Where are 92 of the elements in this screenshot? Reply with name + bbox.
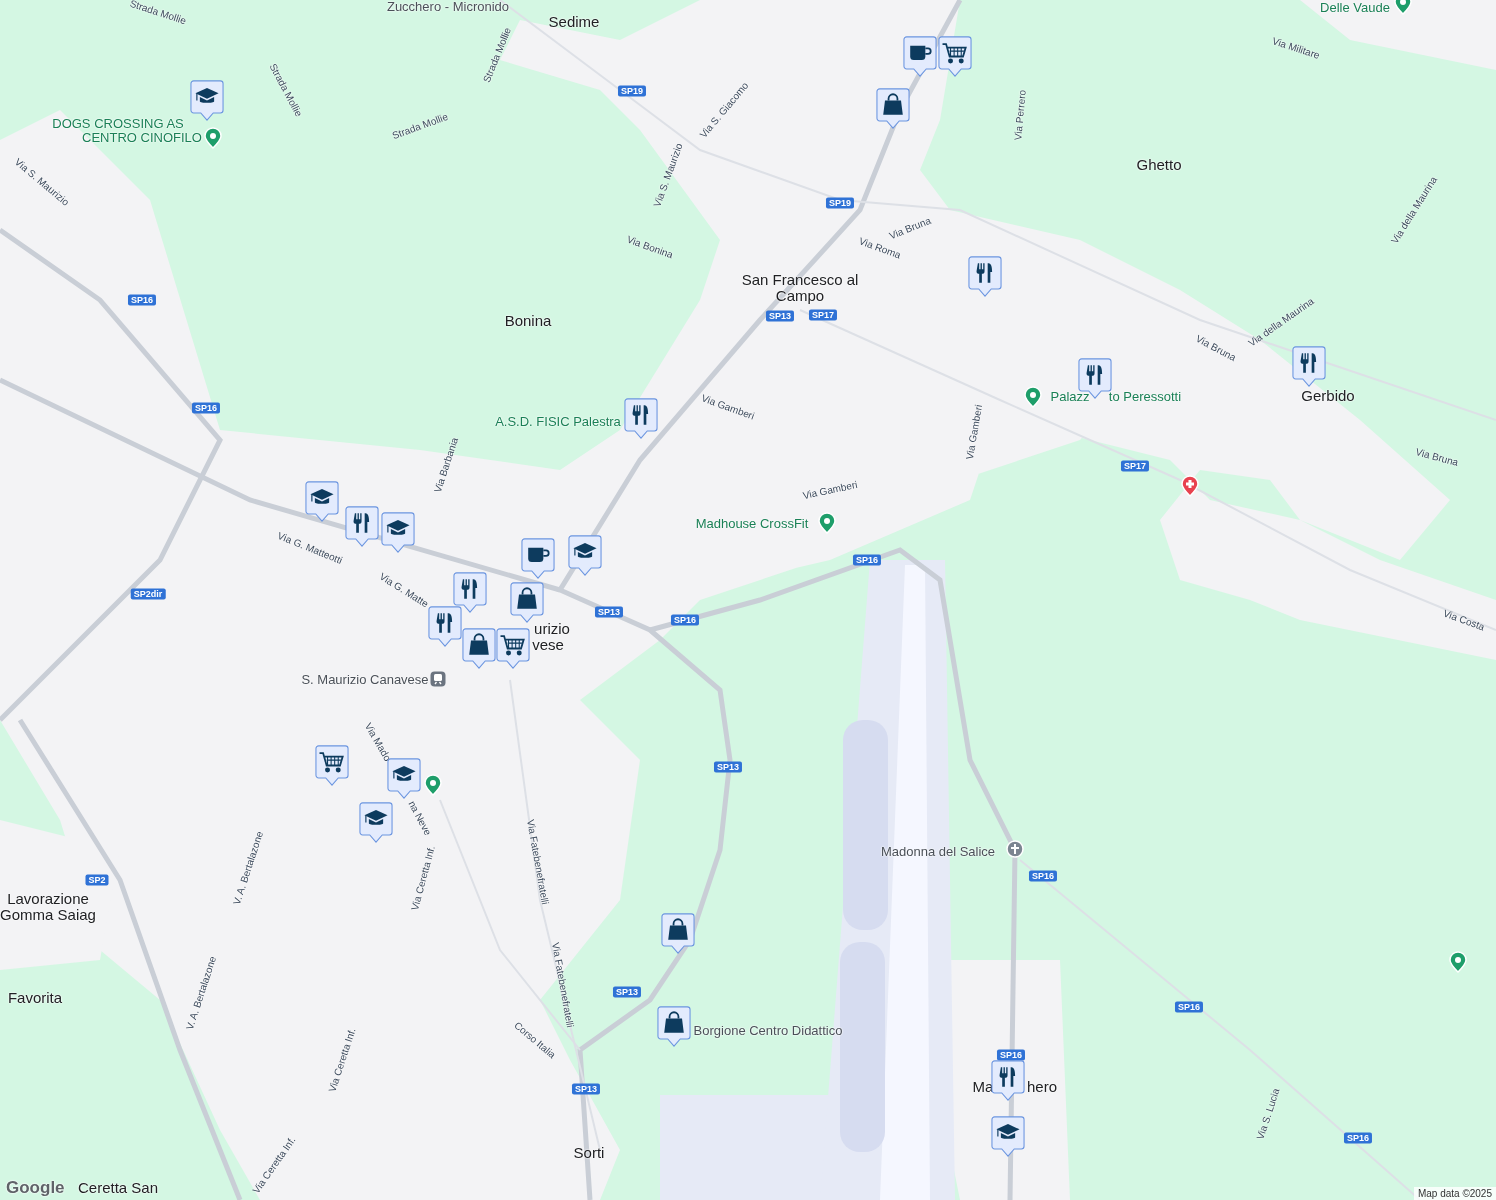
poi-label: Palazz [1050, 388, 1090, 404]
school-marker[interactable] [190, 80, 224, 121]
place-label: Ghetto [1136, 157, 1182, 173]
road-shield: SP2dir [130, 588, 166, 600]
cafe-marker[interactable] [903, 36, 937, 77]
restaurant-marker[interactable] [428, 606, 462, 647]
school-marker[interactable] [568, 535, 602, 576]
hospital-pin-icon[interactable] [1181, 475, 1199, 497]
road-label: Strada Mollie [267, 61, 305, 119]
road-shield: SP13 [572, 1083, 600, 1095]
road-shield: SP17 [1121, 460, 1149, 472]
attribution-text: Map data ©2025 [1413, 1187, 1496, 1200]
logo[interactable]: Google [6, 1178, 65, 1198]
poi-label: Madonna del Salice [880, 843, 996, 859]
poi-label: Madhouse CrossFit [695, 515, 809, 531]
road-shield: SP16 [1029, 870, 1057, 882]
place-label: Lavorazione Gomma Saiag [0, 891, 97, 923]
school-marker[interactable] [305, 481, 339, 522]
road-shield: SP16 [1344, 1132, 1372, 1144]
road-label: Via Ceretta Inf. [326, 1026, 358, 1094]
restaurant-marker[interactable] [968, 256, 1002, 297]
cart-marker[interactable] [938, 36, 972, 77]
place-label: Favorita [7, 990, 63, 1006]
road-label: Via Costa [1441, 607, 1487, 633]
road-shield: SP16 [1175, 1001, 1203, 1013]
school-marker[interactable] [991, 1116, 1025, 1157]
road-shield: SP2 [85, 874, 109, 886]
poi-label: Borgione Centro Didattico [693, 1022, 843, 1038]
restaurant-marker[interactable] [624, 398, 658, 439]
poi-label: to Peressotti [1108, 388, 1182, 404]
road-label: Via Gamberi [963, 403, 985, 461]
cafe-marker[interactable] [521, 538, 555, 579]
road-shield: SP13 [613, 986, 641, 998]
cart-marker[interactable] [496, 628, 530, 669]
place-label: Ceretta San [78, 1180, 158, 1196]
restaurant-marker[interactable] [453, 572, 487, 613]
road-shield: SP16 [128, 294, 156, 306]
shop-marker[interactable] [657, 1006, 691, 1047]
place-label: Sedime [548, 14, 600, 30]
road-shield: SP16 [853, 554, 881, 566]
place-label: hero [1027, 1079, 1057, 1095]
road-label: Via Bonina [625, 233, 675, 261]
restaurant-marker[interactable] [991, 1060, 1025, 1101]
place-label: Ma [972, 1079, 994, 1095]
road-shield: SP16 [997, 1049, 1025, 1061]
road-label: Via Perrero [1012, 89, 1028, 141]
place-label: vese [532, 637, 564, 653]
road-label: Strada Mollie [480, 25, 514, 85]
road-shield: SP16 [671, 614, 699, 626]
school-marker[interactable] [359, 802, 393, 843]
road-shield: SP13 [766, 310, 794, 322]
poi-label: CENTRO CINOFILO [82, 129, 202, 145]
place-pin-icon[interactable] [1024, 386, 1042, 408]
road-label: Via Militare [1270, 35, 1322, 61]
road-shield: SP16 [192, 402, 220, 414]
road-label: Strada Mollie [128, 0, 188, 27]
place-label: Bonina [504, 313, 552, 329]
poi-label: DOGS CROSSING AS [52, 115, 184, 131]
road-label: Via Bruna [1414, 446, 1460, 468]
road-shield: SP19 [826, 197, 854, 209]
road-shield: SP13 [714, 761, 742, 773]
poi-label: S. Maurizio Canavese [301, 671, 429, 687]
shop-marker[interactable] [661, 913, 695, 954]
road-label: Via Gamberi [801, 478, 859, 502]
cross-pin-icon[interactable] [1006, 840, 1024, 858]
road-label: na Neve [406, 798, 434, 838]
restaurant-marker[interactable] [345, 506, 379, 547]
place-label: urizio [534, 621, 570, 637]
shop-marker[interactable] [462, 628, 496, 669]
place-label: San Francesco al Campo [740, 272, 860, 304]
road-label: Strada Mollie [390, 110, 450, 142]
road-label: Via Ceretta Inf. [409, 844, 437, 912]
place-pin-icon[interactable] [818, 512, 836, 534]
place-label: Sorti [573, 1145, 605, 1161]
place-pin-icon[interactable] [1449, 951, 1467, 973]
cart-marker[interactable] [315, 745, 349, 786]
restaurant-marker[interactable] [1292, 346, 1326, 387]
place-label: Gerbido [1301, 388, 1355, 404]
shop-marker[interactable] [510, 582, 544, 623]
road-label: Via S. Lucia [1254, 1087, 1282, 1141]
place-pin-icon[interactable] [204, 127, 222, 149]
place-pin-icon[interactable] [424, 774, 442, 796]
road-label: Via Bruna [887, 214, 933, 242]
shop-marker[interactable] [876, 88, 910, 129]
school-marker[interactable] [381, 512, 415, 553]
road-shield: SP13 [595, 606, 623, 618]
poi-label: A.S.D. FISIC Palestra [495, 413, 621, 429]
school-marker[interactable] [387, 758, 421, 799]
road-shield: SP19 [618, 85, 646, 97]
poi-label: Delle Vaude [1320, 0, 1390, 15]
poi-label: Zucchero - Micronido [386, 0, 510, 14]
road-shield: SP17 [809, 309, 837, 321]
